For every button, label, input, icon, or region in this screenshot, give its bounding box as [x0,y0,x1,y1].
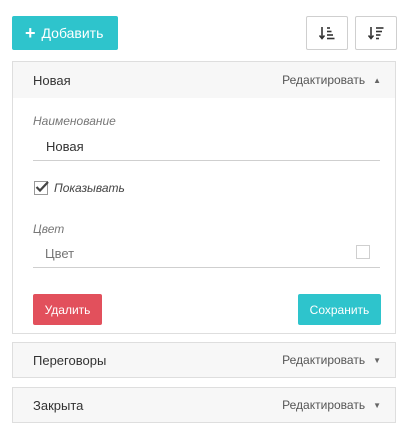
chevron-down-icon: ▼ [373,400,381,410]
color-field[interactable] [33,240,380,268]
checkbox-box[interactable] [34,181,49,195]
plus-icon: + [25,23,36,43]
name-field[interactable] [33,133,380,161]
name-field-label: Наименование [33,114,116,128]
sort-ascending-icon [319,27,335,40]
status-panel-header[interactable]: Закрыта Редактировать ▼ [13,388,395,422]
status-panel-negotiations: Переговоры Редактировать ▼ [12,342,396,378]
color-field-label: Цвет [33,222,65,236]
chevron-down-icon: ▼ [373,355,381,365]
status-edit-form: Наименование Показывать Цвет Удалить Сох… [13,98,395,335]
add-button[interactable]: + Добавить [12,16,118,50]
show-checkbox[interactable]: Показывать [34,181,125,195]
chevron-up-icon: ▲ [373,75,381,85]
status-title: Переговоры [33,352,107,368]
edit-toggle[interactable]: Редактировать ▲ [282,73,381,87]
status-title: Закрыта [33,397,84,413]
status-panel-header[interactable]: Переговоры Редактировать ▼ [13,343,395,377]
show-checkbox-label: Показывать [54,181,125,195]
sort-descending-icon [368,27,384,40]
edit-label: Редактировать [282,398,366,412]
edit-label: Редактировать [282,353,366,367]
save-button[interactable]: Сохранить [298,294,381,325]
edit-toggle[interactable]: Редактировать ▼ [282,353,381,367]
status-panel-closed: Закрыта Редактировать ▼ [12,387,396,423]
status-panel-header[interactable]: Новая Редактировать ▲ [13,62,395,98]
delete-button[interactable]: Удалить [33,294,102,325]
status-title: Новая [33,72,71,88]
status-panel-new: Новая Редактировать ▲ Наименование Показ… [12,61,396,334]
checkmark-icon [35,181,49,193]
edit-toggle[interactable]: Редактировать ▼ [282,398,381,412]
sort-descending-button[interactable] [355,16,397,50]
add-button-label: Добавить [41,25,104,41]
edit-label: Редактировать [282,73,366,87]
color-swatch[interactable] [356,245,370,259]
sort-ascending-button[interactable] [306,16,348,50]
